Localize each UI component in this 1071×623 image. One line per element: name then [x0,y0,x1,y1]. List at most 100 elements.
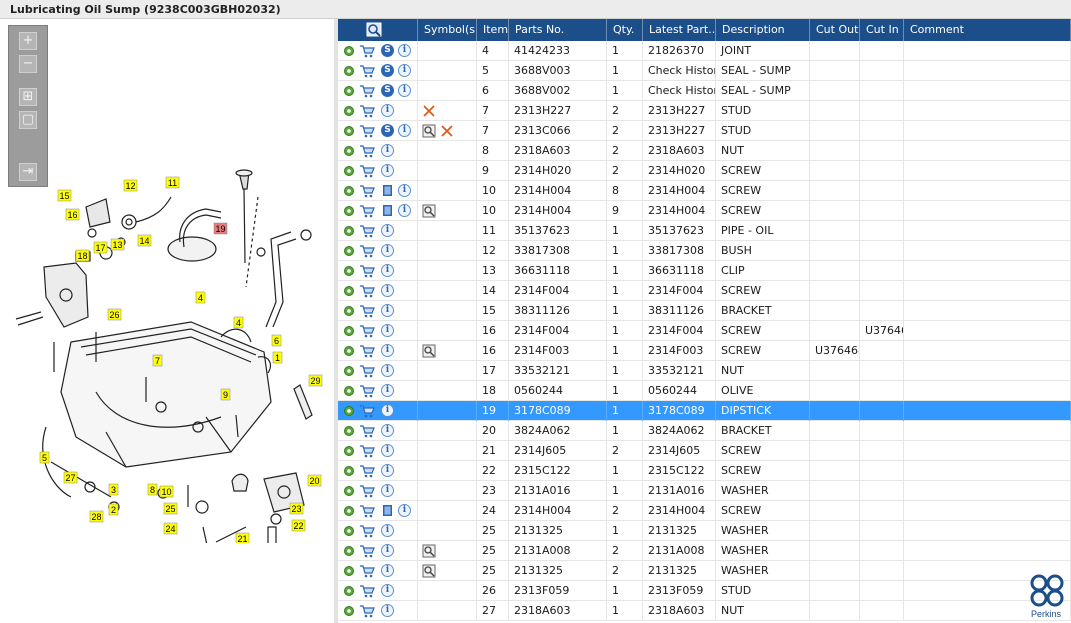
callout-16[interactable]: 16 [65,208,80,221]
info-icon[interactable]: i [398,184,411,197]
info-icon[interactable]: i [381,344,394,357]
callout-23[interactable]: 23 [289,502,304,515]
illustration-pane[interactable]: + − ⊞ ▢ ⇥ 15 12 11 16 17 13 14 18 19 4 2… [0,19,334,623]
gear-icon[interactable] [343,365,355,377]
fit-view-button[interactable]: ⊞ [19,88,37,106]
gear-icon[interactable] [343,405,355,417]
magnify-icon[interactable] [422,544,436,558]
cart-icon[interactable] [359,184,375,198]
cart-icon[interactable] [359,84,375,98]
gear-icon[interactable] [343,105,355,117]
callout-24[interactable]: 24 [163,522,178,535]
cart-icon[interactable] [359,464,375,478]
gear-icon[interactable] [343,245,355,257]
gear-icon[interactable] [343,505,355,517]
gear-icon[interactable] [343,565,355,577]
callout-28[interactable]: 28 [89,510,104,523]
cart-icon[interactable] [359,304,375,318]
cart-icon[interactable] [359,244,375,258]
callout-6[interactable]: 6 [271,334,282,347]
gear-icon[interactable] [343,265,355,277]
gear-icon[interactable] [343,205,355,217]
table-row[interactable]: i 25 2131A008 2 2131A008 WASHER [338,541,1071,561]
gear-icon[interactable] [343,45,355,57]
info-icon[interactable]: i [381,464,394,477]
callout-29[interactable]: 29 [308,374,323,387]
gear-icon[interactable] [343,285,355,297]
info-icon[interactable]: i [381,364,394,377]
gear-icon[interactable] [343,225,355,237]
info-icon[interactable]: i [381,524,394,537]
cart-icon[interactable] [359,404,375,418]
gear-icon[interactable] [343,185,355,197]
gear-icon[interactable] [343,445,355,457]
info-icon[interactable]: i [381,164,394,177]
info-icon[interactable]: i [381,104,394,117]
gear-icon[interactable] [343,345,355,357]
info-icon[interactable]: i [381,484,394,497]
table-row[interactable]: i 27 2318A603 1 2318A603 NUT [338,601,1071,621]
cart-icon[interactable] [359,604,375,618]
callout-11[interactable]: 11 [165,176,180,189]
cart-icon[interactable] [359,364,375,378]
table-row[interactable]: i 15 38311126 1 38311126 BRACKET [338,301,1071,321]
cart-icon[interactable] [359,264,375,278]
cross-icon[interactable] [422,104,436,118]
cart-icon[interactable] [359,444,375,458]
info-icon[interactable]: i [398,504,411,517]
table-row[interactable]: i 18 0560244 1 0560244 OLIVE [338,381,1071,401]
cart-icon[interactable] [359,44,375,58]
callout-7[interactable]: 7 [152,354,163,367]
info-icon[interactable]: i [381,244,394,257]
column-header-cut-in[interactable]: Cut In [860,19,904,41]
info-icon[interactable]: i [398,84,411,97]
callout-4[interactable]: 4 [195,291,206,304]
cart-icon[interactable] [359,164,375,178]
callout-18[interactable]: 18 [75,249,90,262]
info-icon[interactable]: i [381,444,394,457]
column-header-cut-out[interactable]: Cut Out [810,19,860,41]
info-icon[interactable]: i [381,544,394,557]
gear-icon[interactable] [343,545,355,557]
gear-icon[interactable] [343,165,355,177]
cross-icon[interactable] [440,124,454,138]
magnify-icon[interactable] [422,344,436,358]
parts-table[interactable]: Symbol(s) Item Parts No. Qty. Latest Par… [338,19,1071,623]
info-icon[interactable]: i [381,144,394,157]
table-row[interactable]: Si 53688V0031Check HistorySEAL - SUMP [338,61,1071,81]
search-parts-icon[interactable] [366,22,384,38]
column-header-part-no[interactable]: Parts No. [509,19,607,41]
gear-icon[interactable] [343,325,355,337]
cart-icon[interactable] [359,104,375,118]
table-row[interactable]: i 20 3824A062 1 3824A062 BRACKET [338,421,1071,441]
cart-icon[interactable] [359,504,375,518]
table-row[interactable]: i 26 2313F059 1 2313F059 STUD [338,581,1071,601]
info-icon[interactable]: i [398,124,411,137]
s-icon[interactable]: S [381,64,394,77]
callout-1[interactable]: 1 [272,351,283,364]
column-header-item[interactable]: Item [477,19,509,41]
table-row[interactable]: Si 7 2313C066 2 2313H227 STUD [338,121,1071,141]
s-icon[interactable]: S [381,44,394,57]
s-icon[interactable]: S [381,84,394,97]
table-row[interactable]: i 25 2131325 1 2131325 WASHER [338,521,1071,541]
book-icon[interactable] [382,204,393,217]
cart-icon[interactable] [359,144,375,158]
table-row[interactable]: i 17 33532121 1 33532121 NUT [338,361,1071,381]
table-row[interactable]: Si 63688V0021Check HistorySEAL - SUMP [338,81,1071,101]
callout-19[interactable]: 19 [213,222,228,235]
callout-21[interactable]: 21 [235,532,250,543]
table-row[interactable]: i 24 2314H004 2 2314H004 SCREW [338,501,1071,521]
callout-8[interactable]: 8 [147,483,158,496]
info-icon[interactable]: i [398,44,411,57]
gear-icon[interactable] [343,525,355,537]
magnify-icon[interactable] [422,564,436,578]
s-icon[interactable]: S [381,124,394,137]
cart-icon[interactable] [359,484,375,498]
cart-icon[interactable] [359,584,375,598]
magnify-icon[interactable] [422,204,436,218]
zoom-out-button[interactable]: − [19,55,37,73]
table-row[interactable]: Si 4 41424233 1 21826370 JOINT [338,41,1071,61]
cart-icon[interactable] [359,64,375,78]
callout-9[interactable]: 9 [220,388,231,401]
